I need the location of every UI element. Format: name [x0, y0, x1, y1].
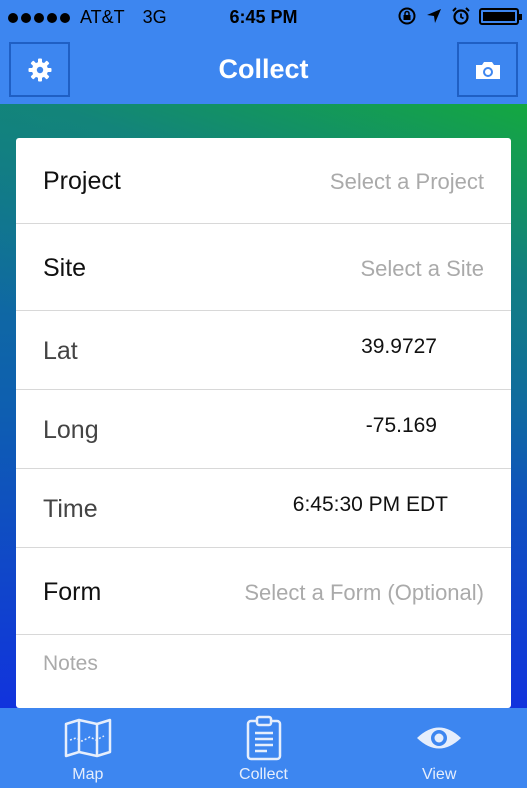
- tab-view[interactable]: View: [351, 708, 527, 788]
- tab-collect-label: Collect: [239, 766, 288, 783]
- time-value: 6:45:30 PM EDT: [292, 493, 448, 516]
- lat-value: 39.9727: [361, 335, 437, 358]
- tab-map[interactable]: Map: [0, 708, 176, 788]
- project-label: Project: [43, 167, 121, 195]
- site-row[interactable]: Site Select a Site: [16, 224, 511, 311]
- form-label: Form: [43, 578, 102, 606]
- status-right: [397, 6, 522, 26]
- alarm-icon: [452, 7, 470, 25]
- eye-icon: [417, 727, 462, 749]
- time-row: Time 6:45:30 PM EDT: [16, 469, 511, 548]
- form-picker[interactable]: Select a Form (Optional): [244, 580, 484, 606]
- location-arrow-icon: [427, 9, 441, 23]
- battery-icon: [479, 7, 522, 25]
- camera-icon: [475, 61, 500, 79]
- collect-form-card: Project Select a Project Site Select a S…: [16, 138, 511, 708]
- long-label: Long: [43, 416, 99, 444]
- long-row: Long -75.169: [16, 390, 511, 469]
- camera-button[interactable]: [457, 42, 518, 97]
- tab-view-label: View: [421, 766, 457, 783]
- long-value: -75.169: [365, 414, 437, 437]
- tab-bar: Map Collect View: [0, 708, 527, 788]
- project-row[interactable]: Project Select a Project: [16, 138, 511, 224]
- clipboard-icon: [246, 715, 281, 761]
- status-bar: AT&T 3G 6:45 PM: [0, 0, 527, 36]
- form-row[interactable]: Form Select a Form (Optional): [16, 548, 511, 635]
- project-picker[interactable]: Select a Project: [330, 169, 484, 195]
- navigation-bar: Collect: [0, 36, 527, 104]
- site-picker[interactable]: Select a Site: [360, 256, 484, 282]
- map-icon: [64, 718, 112, 758]
- rotation-lock-icon: [398, 7, 416, 25]
- site-label: Site: [43, 254, 87, 282]
- tab-map-label: Map: [72, 766, 104, 783]
- tab-collect[interactable]: Collect: [176, 708, 352, 788]
- page-title: Collect: [218, 54, 309, 84]
- lat-label: Lat: [43, 337, 78, 365]
- time-label: Time: [43, 495, 98, 523]
- notes-field[interactable]: Notes: [43, 652, 98, 676]
- lat-row: Lat 39.9727: [16, 311, 511, 390]
